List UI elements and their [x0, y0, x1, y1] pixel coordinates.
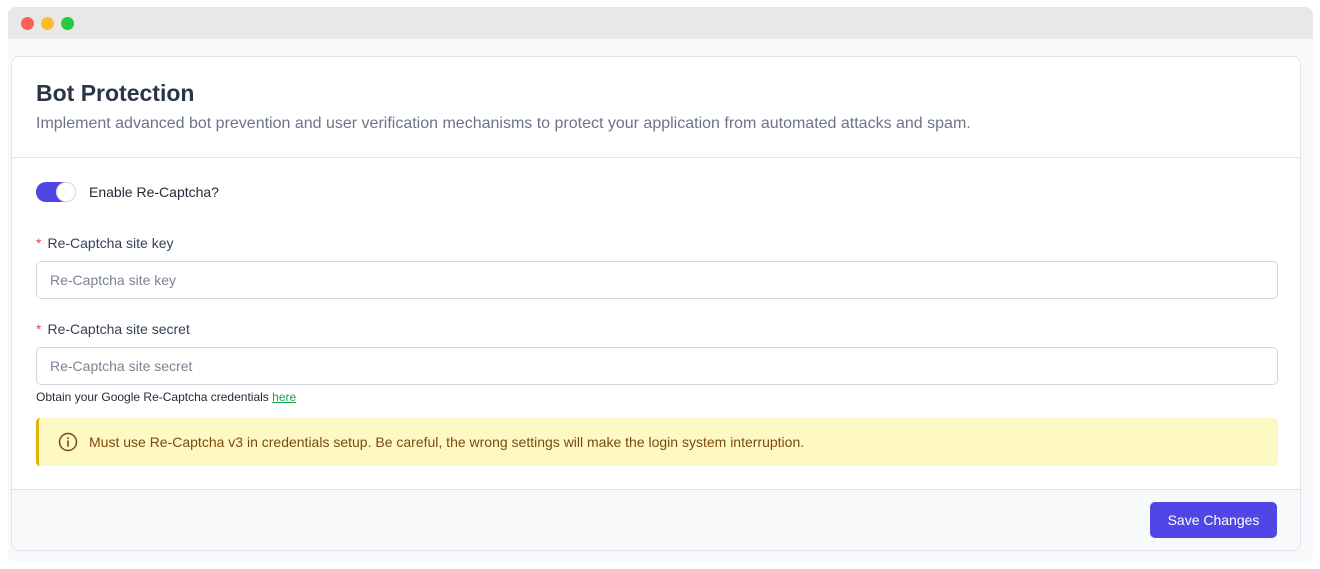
site-key-input[interactable] — [36, 261, 1278, 299]
card-body: Enable Re-Captcha? * Re-Captcha site key … — [12, 158, 1300, 490]
enable-recaptcha-label: Enable Re-Captcha? — [89, 184, 219, 200]
close-window-button[interactable] — [21, 17, 34, 30]
minimize-window-button[interactable] — [41, 17, 54, 30]
required-mark: * — [36, 235, 42, 251]
page-title: Bot Protection — [36, 80, 195, 106]
required-mark: * — [36, 321, 42, 337]
toggle-knob — [57, 183, 75, 201]
alert-message: Must use Re-Captcha v3 in credentials se… — [89, 434, 805, 450]
credentials-hint: Obtain your Google Re-Captcha credential… — [36, 390, 296, 404]
warning-alert: Must use Re-Captcha v3 in credentials se… — [36, 418, 1278, 466]
credentials-hint-text: Obtain your Google Re-Captcha credential… — [36, 390, 273, 404]
window-titlebar — [8, 7, 1313, 39]
browser-window: Bot Protection Implement advanced bot pr… — [8, 7, 1313, 562]
recaptcha-toggle-row: Enable Re-Captcha? — [36, 182, 219, 202]
site-key-label-text: Re-Captcha site key — [47, 235, 174, 251]
maximize-window-button[interactable] — [61, 17, 74, 30]
info-circle-icon — [58, 432, 78, 452]
bot-protection-card: Bot Protection Implement advanced bot pr… — [11, 56, 1301, 551]
save-changes-button[interactable]: Save Changes — [1150, 502, 1277, 538]
site-secret-input[interactable] — [36, 347, 1278, 385]
page-description: Implement advanced bot prevention and us… — [36, 115, 971, 132]
site-secret-field-group: * Re-Captcha site secret — [36, 320, 1278, 385]
enable-recaptcha-toggle[interactable] — [36, 182, 76, 202]
credentials-link[interactable]: here — [272, 390, 296, 404]
card-footer: Save Changes — [12, 489, 1300, 550]
site-key-field-group: * Re-Captcha site key — [36, 234, 1278, 299]
site-key-label: * Re-Captcha site key — [36, 235, 174, 251]
site-secret-label-text: Re-Captcha site secret — [47, 321, 190, 337]
site-secret-label: * Re-Captcha site secret — [36, 321, 190, 337]
card-header: Bot Protection Implement advanced bot pr… — [12, 57, 1300, 158]
